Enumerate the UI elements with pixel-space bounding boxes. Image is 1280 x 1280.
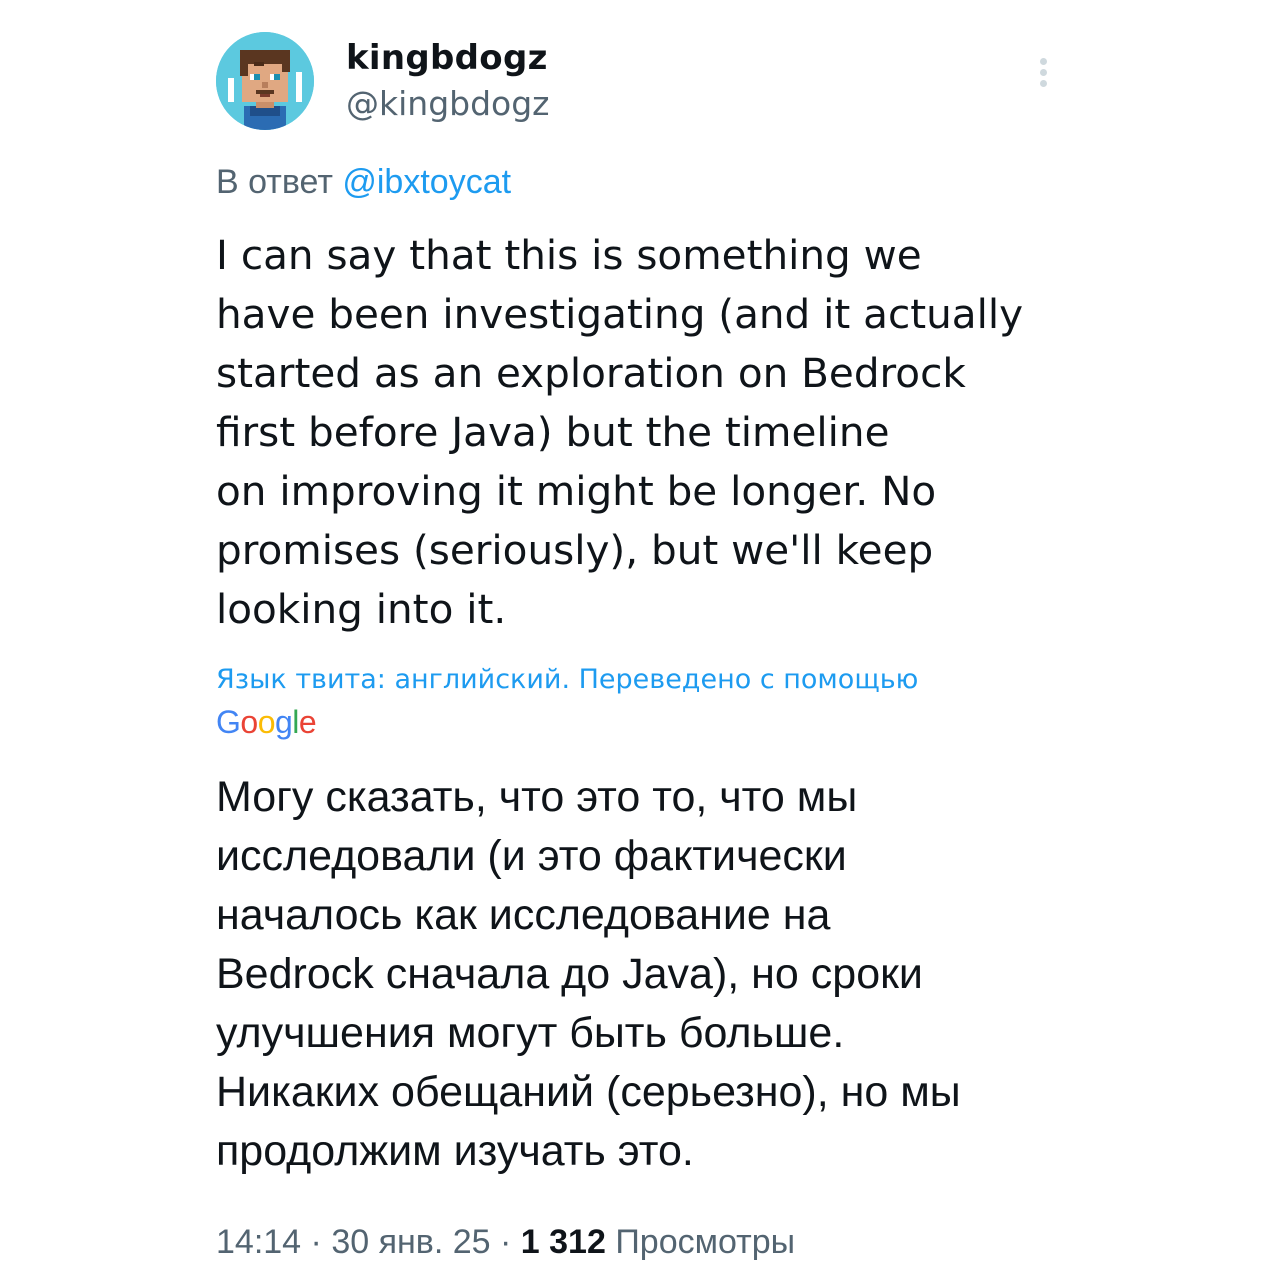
more-vertical-icon-dot-3 bbox=[1040, 80, 1047, 87]
tweet: kingbdogz @kingbdogz В ответ @ibxtoycat … bbox=[0, 0, 1280, 1280]
tweet-time[interactable]: 14:14 bbox=[216, 1223, 301, 1261]
more-options-button[interactable] bbox=[1026, 50, 1062, 94]
tweet-date[interactable]: 30 янв. 25 bbox=[331, 1223, 490, 1261]
pixel-character-avatar-icon bbox=[216, 32, 314, 130]
views-label: Просмотры bbox=[615, 1223, 796, 1261]
views-count: 1 312 bbox=[520, 1223, 606, 1261]
reply-mention-link[interactable]: @ibxtoycat bbox=[342, 163, 511, 201]
more-vertical-icon-dot-2 bbox=[1040, 69, 1047, 76]
author-display-name[interactable]: kingbdogz bbox=[346, 38, 548, 78]
meta-separator-2: · bbox=[500, 1223, 512, 1261]
translation-note[interactable]: Язык твита: английский. Переведено с пом… bbox=[216, 660, 918, 700]
tweet-text: I can say that this is something we have… bbox=[216, 231, 1024, 633]
tweet-meta: 14:14 · 30 янв. 25 · 1 312 Просмотры bbox=[216, 1220, 795, 1264]
more-vertical-icon bbox=[1040, 58, 1047, 65]
google-logo: Google bbox=[216, 704, 317, 740]
reply-prefix: В ответ bbox=[216, 163, 333, 201]
translated-text: Могу сказать, что это то, что мы исследо… bbox=[216, 773, 961, 1175]
reply-context: В ответ @ibxtoycat bbox=[216, 160, 511, 204]
avatar[interactable] bbox=[216, 32, 314, 130]
meta-separator: · bbox=[310, 1223, 322, 1261]
author-handle[interactable]: @kingbdogz bbox=[346, 84, 550, 124]
